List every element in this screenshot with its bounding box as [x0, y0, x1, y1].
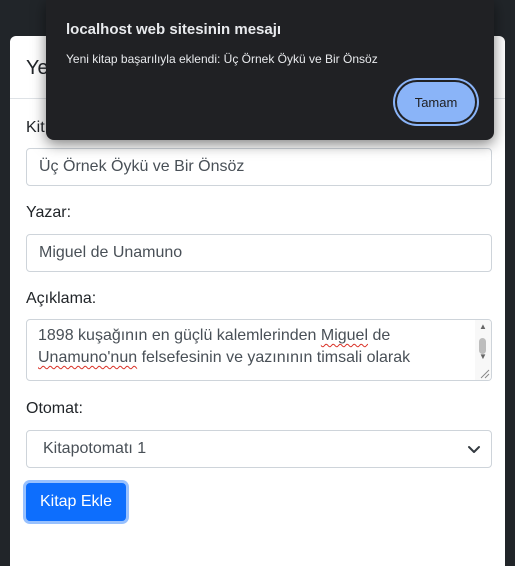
author-label: Yazar:: [26, 204, 72, 221]
book-title-label: Kit: [26, 119, 45, 136]
alert-message: Yeni kitap başarılıyla eklendi: Üç Örnek…: [66, 52, 378, 66]
chevron-down-icon: [468, 446, 480, 453]
description-textarea[interactable]: 1898 kuşağının en güçlü kalemlerinden Mi…: [26, 319, 492, 381]
scroll-down-icon[interactable]: ▼: [478, 352, 488, 361]
alert-ok-button[interactable]: Tamam: [397, 82, 475, 122]
machine-label: Otomat:: [26, 400, 83, 417]
scroll-up-icon[interactable]: ▲: [478, 322, 488, 331]
alert-dialog: localhost web sitesinin mesajı Yeni kita…: [46, 0, 494, 140]
book-title-input[interactable]: Üç Örnek Öykü ve Bir Önsöz: [26, 148, 492, 186]
description-text: 1898 kuşağının en güçlü kalemlerinden Mi…: [38, 327, 411, 366]
machine-select-value: Kitapotomatı 1: [43, 440, 147, 457]
alert-title: localhost web sitesinin mesajı: [66, 21, 282, 38]
description-label: Açıklama:: [26, 290, 97, 307]
author-input[interactable]: Miguel de Unamuno: [26, 234, 492, 272]
machine-select[interactable]: Kitapotomatı 1: [26, 430, 492, 468]
resize-grip-icon[interactable]: [478, 367, 490, 379]
add-book-button[interactable]: Kitap Ekle: [26, 483, 126, 521]
